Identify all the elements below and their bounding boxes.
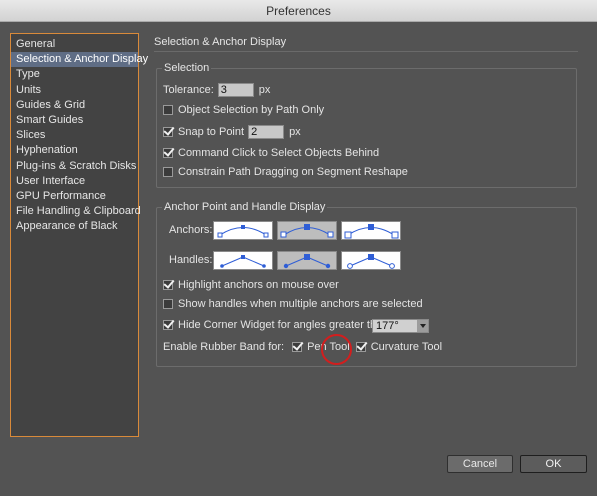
tolerance-label: Tolerance: (163, 84, 214, 96)
sidebar-item-user-interface[interactable]: User Interface (11, 174, 138, 189)
handle-style-1-icon (220, 255, 266, 268)
sidebar-item-appearance-of-black[interactable]: Appearance of Black (11, 219, 138, 234)
ok-button[interactable]: OK (520, 455, 587, 473)
handle-style-1-button[interactable] (213, 251, 273, 270)
section-divider (154, 51, 578, 52)
corner-angle-value: 177° (376, 320, 399, 332)
hide-corner-checkbox[interactable] (163, 320, 173, 330)
curvature-tool-label: Curvature Tool (370, 341, 443, 353)
tolerance-row: Tolerance: px (163, 83, 270, 97)
annotation-circle (321, 334, 352, 365)
anchor-style-3-icon (344, 224, 399, 239)
handle-style-2-icon (283, 254, 331, 269)
command-click-label: Command Click to Select Objects Behind (178, 147, 380, 159)
tolerance-unit: px (258, 84, 271, 96)
sidebar-item-plugins-scratch-disks[interactable]: Plug-ins & Scratch Disks (11, 159, 138, 174)
rubber-band-label: Enable Rubber Band for: (163, 341, 285, 353)
handle-style-3-icon (347, 254, 395, 269)
sidebar-item-guides-grid[interactable]: Guides & Grid (11, 98, 138, 113)
constrain-row: Constrain Path Dragging on Segment Resha… (163, 166, 408, 178)
selection-group-title: Selection (162, 62, 212, 74)
show-handles-row: Show handles when multiple anchors are s… (163, 298, 423, 310)
command-click-row: Command Click to Select Objects Behind (163, 147, 379, 159)
tolerance-input[interactable] (217, 83, 254, 97)
sidebar-item-file-handling-clipboard[interactable]: File Handling & Clipboard (11, 204, 141, 219)
cancel-button[interactable]: Cancel (447, 455, 513, 473)
object-selection-label: Object Selection by Path Only (178, 104, 325, 116)
show-handles-label: Show handles when multiple anchors are s… (178, 298, 423, 310)
anchor-style-1-icon (217, 225, 269, 238)
sidebar-item-type[interactable]: Type (11, 67, 138, 82)
sidebar-item-selection-anchor-display[interactable]: Selection & Anchor Display (11, 52, 148, 68)
page-title: Selection & Anchor Display (154, 36, 287, 48)
anchor-group-title: Anchor Point and Handle Display (162, 201, 328, 213)
chevron-down-icon (417, 320, 428, 332)
highlight-anchors-label: Highlight anchors on mouse over (178, 279, 339, 291)
constrain-path-checkbox[interactable] (163, 167, 173, 177)
pen-tool-checkbox[interactable] (292, 342, 303, 352)
sidebar-item-hyphenation[interactable]: Hyphenation (11, 143, 138, 158)
snap-to-point-input[interactable] (248, 125, 285, 139)
constrain-path-label: Constrain Path Dragging on Segment Resha… (178, 166, 408, 178)
highlight-row: Highlight anchors on mouse over (163, 279, 339, 291)
snap-to-point-unit: px (289, 126, 301, 138)
handles-label: Handles: (169, 254, 213, 266)
hide-corner-row: Hide Corner Widget for angles greater th… (163, 319, 391, 331)
anchor-style-2-button[interactable] (277, 221, 337, 240)
anchor-style-3-button[interactable] (341, 221, 401, 240)
snap-row: Snap to Point px (163, 125, 301, 139)
snap-to-point-label: Snap to Point (178, 126, 245, 138)
show-handles-checkbox[interactable] (163, 299, 173, 309)
highlight-anchors-checkbox[interactable] (163, 280, 173, 290)
window-title: Preferences (0, 0, 597, 22)
sidebar-item-slices[interactable]: Slices (11, 128, 138, 143)
sidebar: General Selection & Anchor Display Type … (10, 33, 148, 437)
handle-style-2-button[interactable] (277, 251, 337, 270)
anchor-style-2-icon (280, 224, 334, 238)
object-selection-row: Object Selection by Path Only (163, 104, 324, 116)
anchors-label-row: Anchors: (169, 224, 212, 236)
hide-corner-label: Hide Corner Widget for angles greater th… (178, 319, 392, 331)
sidebar-item-gpu-performance[interactable]: GPU Performance (11, 189, 138, 204)
corner-angle-dropdown[interactable]: 177° (372, 319, 429, 333)
curvature-tool-checkbox[interactable] (355, 342, 366, 352)
sidebar-item-general[interactable]: General (11, 37, 138, 52)
anchor-style-1-button[interactable] (213, 221, 273, 240)
rubber-band-row: Enable Rubber Band for: Pen Tool Curvatu… (163, 341, 442, 353)
sidebar-item-units[interactable]: Units (11, 83, 138, 98)
handle-style-3-button[interactable] (341, 251, 401, 270)
sidebar-item-smart-guides[interactable]: Smart Guides (11, 113, 138, 128)
command-click-checkbox[interactable] (163, 148, 173, 158)
object-selection-checkbox[interactable] (163, 105, 173, 115)
handles-label-row: Handles: (169, 254, 212, 266)
anchors-label: Anchors: (169, 224, 213, 236)
snap-to-point-checkbox[interactable] (163, 127, 173, 137)
